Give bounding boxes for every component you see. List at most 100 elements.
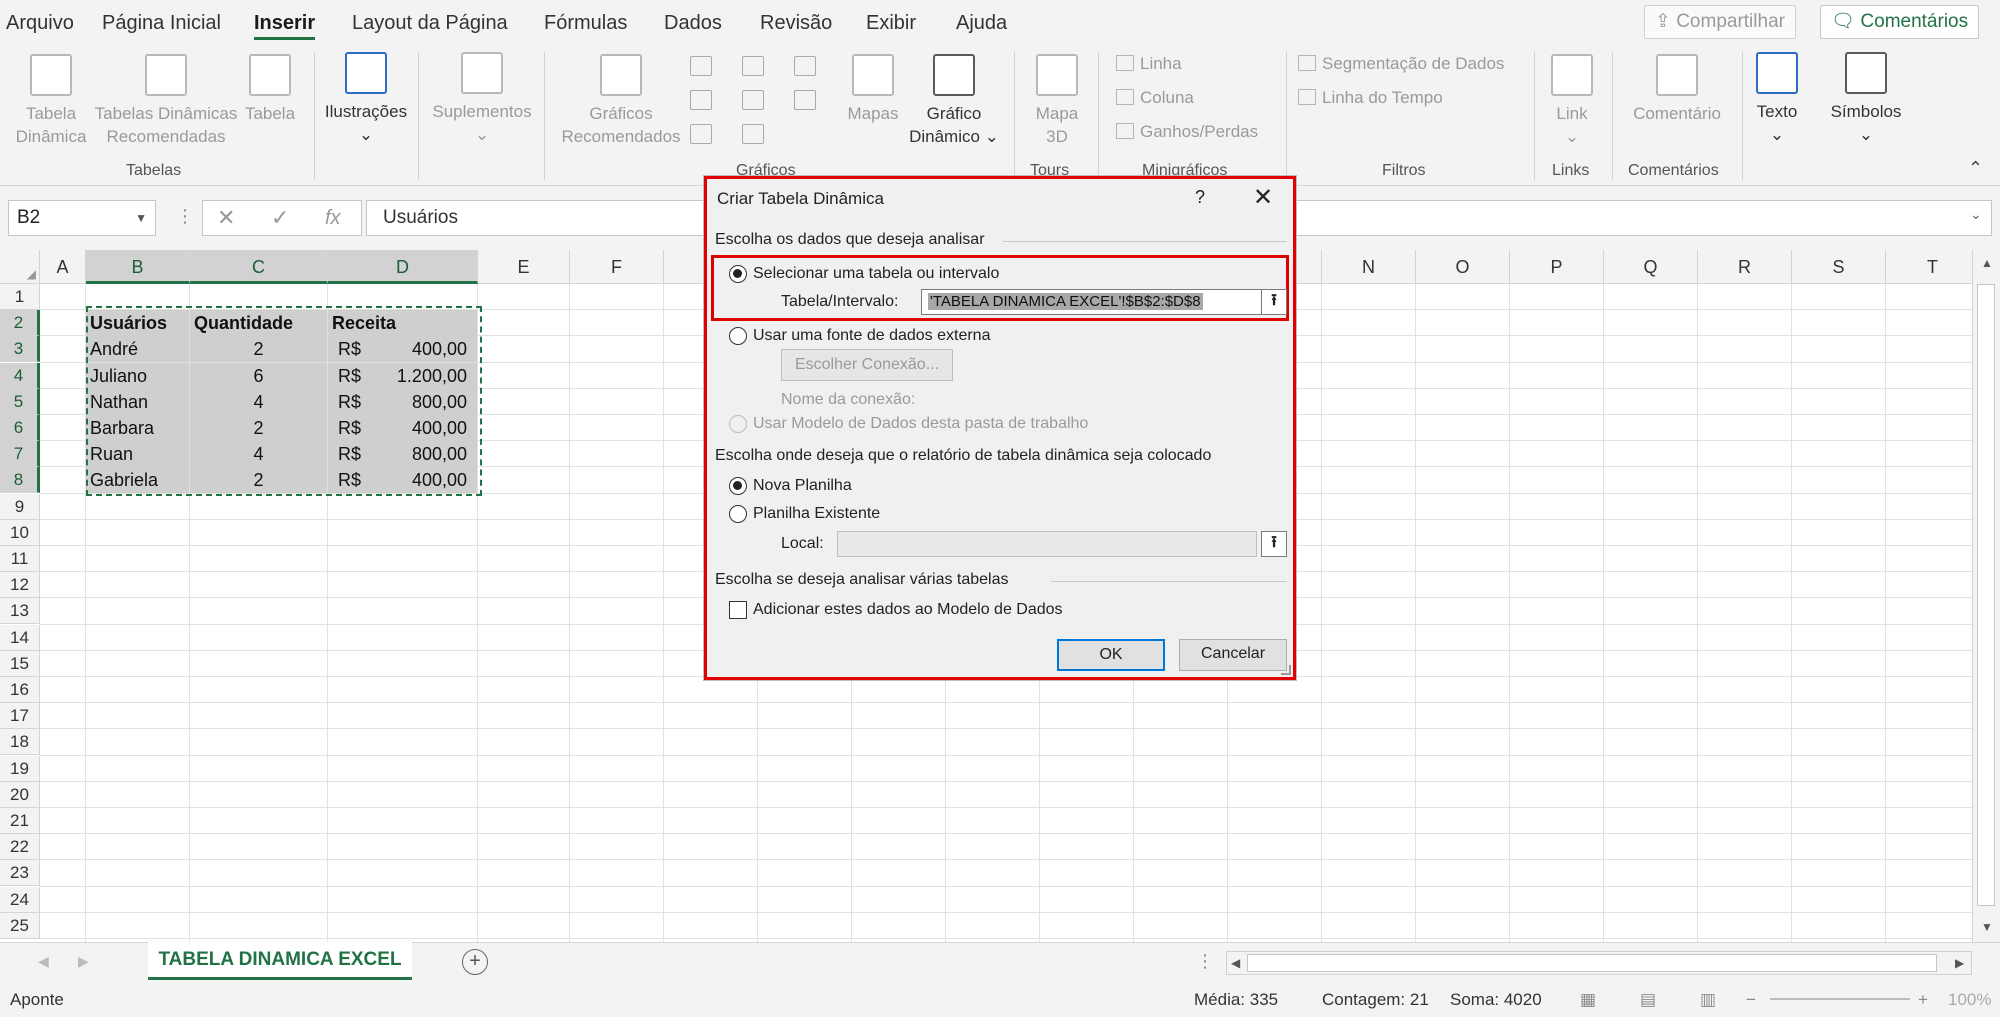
quantity-cell[interactable]: 4 — [190, 441, 327, 468]
column-header-f[interactable]: F — [570, 250, 664, 284]
column-header-s[interactable]: S — [1792, 250, 1886, 284]
horizontal-scrollbar[interactable]: ◀ ▶ — [1226, 951, 1972, 975]
statistic-chart-icon[interactable] — [742, 90, 764, 110]
column-header-o[interactable]: O — [1416, 250, 1510, 284]
text-button[interactable]: Texto ⌄ — [1748, 52, 1806, 146]
zoom-slider[interactable] — [1770, 998, 1910, 1000]
revenue-cell[interactable]: R$ 800,00 — [328, 388, 477, 415]
row-header-18[interactable]: 18 — [0, 729, 40, 756]
revenue-cell[interactable]: R$ 400,00 — [328, 467, 477, 494]
checkbox-add-to-model[interactable] — [729, 601, 747, 619]
scroll-up-icon[interactable]: ▲ — [1981, 256, 1993, 270]
illustrations-button[interactable]: Ilustrações ⌄ — [322, 52, 410, 146]
cancel-icon[interactable]: ✕ — [217, 201, 235, 235]
radio-data-model[interactable] — [729, 415, 747, 433]
revenue-cell[interactable]: R$ 400,00 — [328, 336, 477, 363]
slicer-button[interactable]: Segmentação de Dados — [1298, 54, 1504, 74]
share-button[interactable]: ⇪ Compartilhar — [1644, 5, 1796, 39]
comments-button[interactable]: 🗨 Comentários — [1820, 5, 1980, 39]
pivot-table-button[interactable]: Tabela Dinâmica — [8, 54, 94, 148]
tab-layout-da-pagina[interactable]: Layout da Página — [352, 10, 508, 40]
row-header-9[interactable]: 9 — [0, 493, 40, 520]
revenue-cell[interactable]: R$ 400,00 — [328, 415, 477, 441]
page-break-view-icon[interactable]: ▥ — [1700, 990, 1716, 1010]
timeline-button[interactable]: Linha do Tempo — [1298, 88, 1443, 108]
vertical-scroll-thumb[interactable] — [1977, 284, 1995, 906]
maps-button[interactable]: Mapas — [838, 54, 908, 125]
revenue-cell[interactable]: R$ 1.200,00 — [328, 362, 477, 389]
row-header-23[interactable]: 23 — [0, 860, 40, 887]
row-header-20[interactable]: 20 — [0, 781, 40, 808]
row-header-1[interactable]: 1 — [0, 284, 40, 310]
hierarchy-chart-icon[interactable] — [742, 56, 764, 76]
scroll-down-icon[interactable]: ▼ — [1981, 920, 1993, 934]
range-input[interactable]: 'TABELA DINAMICA EXCEL'!$B$2:$D$8 — [921, 289, 1263, 315]
expand-formula-icon[interactable]: ⌄ — [1970, 206, 1982, 223]
tab-exibir[interactable]: Exibir — [866, 10, 916, 40]
quantity-cell[interactable]: 2 — [190, 336, 327, 363]
scroll-left-icon[interactable]: ◀ — [1231, 956, 1240, 970]
sheet-tab[interactable]: TABELA DINAMICA EXCEL — [148, 942, 412, 980]
addins-button[interactable]: Suplementos ⌄ — [428, 52, 536, 146]
pivot-chart-button[interactable]: Gráfico Dinâmico ⌄ — [904, 54, 1004, 148]
comment-button[interactable]: Comentário — [1622, 54, 1732, 125]
table-header-cell[interactable]: Usuários — [86, 310, 189, 337]
tab-pagina-inicial[interactable]: Página Inicial — [102, 10, 221, 40]
symbols-button[interactable]: Símbolos ⌄ — [1826, 52, 1906, 146]
cancel-button[interactable]: Cancelar — [1179, 639, 1287, 671]
next-sheet-icon[interactable]: ▶ — [78, 953, 89, 970]
user-cell[interactable]: Nathan — [86, 388, 189, 415]
link-button[interactable]: Link ⌄ — [1544, 54, 1600, 148]
row-header-6[interactable]: 6 — [0, 415, 40, 441]
row-header-11[interactable]: 11 — [0, 546, 40, 572]
table-header-cell[interactable]: Quantidade — [190, 310, 327, 337]
add-sheet-icon[interactable]: + — [462, 949, 488, 975]
row-header-7[interactable]: 7 — [0, 441, 40, 468]
row-header-12[interactable]: 12 — [0, 572, 40, 599]
column-header-a[interactable]: A — [40, 250, 86, 284]
normal-view-icon[interactable]: ▦ — [1580, 990, 1596, 1010]
split-handle-icon[interactable]: ⋮ — [1196, 951, 1214, 972]
row-header-8[interactable]: 8 — [0, 467, 40, 494]
waterfall-chart-icon[interactable] — [794, 56, 816, 76]
horizontal-scroll-thumb[interactable] — [1247, 954, 1937, 972]
close-icon[interactable]: ✕ — [1253, 183, 1273, 212]
user-cell[interactable]: Juliano — [86, 362, 189, 389]
insert-function-icon[interactable]: fx — [325, 201, 341, 235]
row-header-22[interactable]: 22 — [0, 834, 40, 861]
local-input[interactable] — [837, 531, 1257, 557]
column-header-b[interactable]: B — [86, 250, 190, 284]
row-header-10[interactable]: 10 — [0, 519, 40, 546]
radio-new-sheet[interactable] — [729, 477, 747, 495]
user-cell[interactable]: Barbara — [86, 415, 189, 441]
column-header-d[interactable]: D — [328, 250, 478, 284]
row-header-3[interactable]: 3 — [0, 336, 40, 363]
zoom-in-icon[interactable]: + — [1918, 990, 1928, 1010]
radio-select-table[interactable] — [729, 265, 747, 283]
page-layout-view-icon[interactable]: ▤ — [1640, 990, 1656, 1010]
row-header-5[interactable]: 5 — [0, 388, 40, 415]
row-header-13[interactable]: 13 — [0, 598, 40, 625]
vertical-scrollbar[interactable]: ▲ ▼ — [1972, 250, 2000, 942]
name-box[interactable]: B2 ▼ — [8, 200, 156, 236]
column-header-t[interactable]: T — [1886, 250, 1972, 284]
tab-revisao[interactable]: Revisão — [760, 10, 832, 40]
sparkline-winloss-button[interactable]: Ganhos/Perdas — [1116, 122, 1258, 142]
zoom-level[interactable]: 100% — [1948, 990, 1991, 1010]
row-header-24[interactable]: 24 — [0, 886, 40, 913]
scroll-right-icon[interactable]: ▶ — [1955, 956, 1964, 970]
table-button[interactable]: Tabela — [238, 54, 302, 125]
sparkline-column-button[interactable]: Coluna — [1116, 88, 1194, 108]
row-header-19[interactable]: 19 — [0, 755, 40, 782]
quantity-cell[interactable]: 2 — [190, 467, 327, 494]
radio-existing-sheet[interactable] — [729, 505, 747, 523]
collapse-range-button[interactable]: ⭱ — [1261, 289, 1287, 315]
column-header-n[interactable]: N — [1322, 250, 1416, 284]
user-cell[interactable]: Ruan — [86, 441, 189, 468]
tab-formulas[interactable]: Fórmulas — [544, 10, 627, 40]
tab-ajuda[interactable]: Ajuda — [956, 10, 1007, 40]
collapse-ribbon-icon[interactable]: ⌃ — [1968, 158, 1983, 179]
resize-grip-icon[interactable] — [1281, 665, 1291, 675]
row-header-15[interactable]: 15 — [0, 650, 40, 677]
scatter-chart-icon[interactable] — [742, 124, 764, 144]
